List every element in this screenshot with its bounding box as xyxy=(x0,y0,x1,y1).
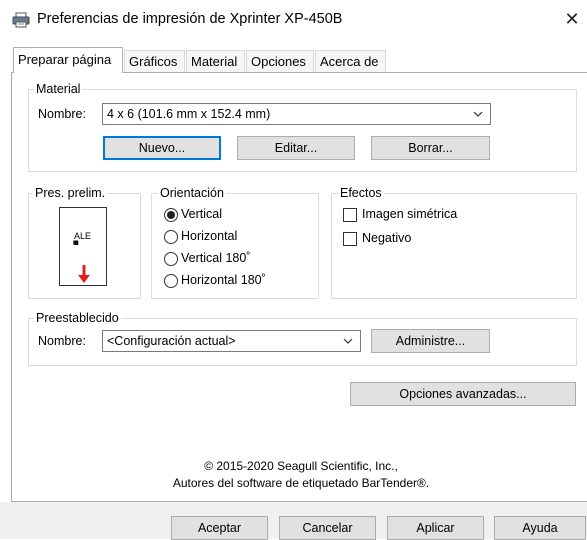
label-preview: ALE IIIIIII xyxy=(59,207,107,286)
radio-horizontal-180-label[interactable]: Horizontal 180˚ xyxy=(181,273,266,287)
checkbox-negative-label[interactable]: Negativo xyxy=(362,231,411,245)
print-preferences-dialog: { "window": { "title": "Preferencias de … xyxy=(0,0,587,540)
effects-group-label: Efectos xyxy=(338,186,384,200)
chevron-down-icon xyxy=(471,105,485,123)
preset-select[interactable]: <Configuración actual> xyxy=(102,330,361,352)
window-title: Preferencias de impresión de Xprinter XP… xyxy=(37,11,343,27)
printer-icon xyxy=(12,12,30,28)
radio-horizontal[interactable] xyxy=(164,230,178,244)
preview-barcode: IIIIIII xyxy=(73,241,79,247)
tab-material[interactable]: Material xyxy=(186,50,245,72)
checkbox-mirror-image-label[interactable]: Imagen simétrica xyxy=(362,207,457,221)
orientation-group-label: Orientación xyxy=(158,186,226,200)
checkbox-negative[interactable] xyxy=(343,232,357,246)
preset-name-label: Nombre: xyxy=(38,334,86,348)
title-bar: Preferencias de impresión de Xprinter XP… xyxy=(0,0,587,40)
arrow-down-icon xyxy=(76,264,92,284)
new-material-button[interactable]: Nuevo... xyxy=(103,136,221,160)
help-button[interactable]: Ayuda xyxy=(494,516,586,540)
radio-vertical-label[interactable]: Vertical xyxy=(181,207,222,221)
advanced-options-button[interactable]: Opciones avanzadas... xyxy=(350,382,576,406)
manage-presets-button[interactable]: Administre... xyxy=(371,329,490,353)
radio-vertical-180[interactable] xyxy=(164,252,178,266)
copyright-text: © 2015-2020 Seagull Scientific, Inc., xyxy=(204,459,398,473)
radio-horizontal-180[interactable] xyxy=(164,274,178,288)
radio-horizontal-label[interactable]: Horizontal xyxy=(181,229,237,243)
material-select-value: 4 x 6 (101.6 mm x 152.4 mm) xyxy=(107,107,271,121)
ok-button[interactable]: Aceptar xyxy=(171,516,268,540)
preview-group-label: Pres. prelim. xyxy=(33,186,108,200)
tab-opciones[interactable]: Opciones xyxy=(246,50,314,72)
tab-graficos[interactable]: Gráficos xyxy=(124,50,185,72)
delete-material-button[interactable]: Borrar... xyxy=(371,136,490,160)
preset-group-label: Preestablecido xyxy=(34,311,121,325)
apply-button[interactable]: Aplicar xyxy=(387,516,484,540)
radio-vertical-180-label[interactable]: Vertical 180˚ xyxy=(181,251,250,265)
cancel-button[interactable]: Cancelar xyxy=(279,516,376,540)
tab-preparar-pagina[interactable]: Preparar página xyxy=(13,47,123,73)
close-icon[interactable]: ✕ xyxy=(561,7,583,31)
chevron-down-icon xyxy=(341,332,355,350)
material-name-label: Nombre: xyxy=(38,107,86,121)
material-select[interactable]: 4 x 6 (101.6 mm x 152.4 mm) xyxy=(102,103,491,125)
radio-vertical[interactable] xyxy=(164,208,178,222)
tab-acerca-de[interactable]: Acerca de xyxy=(315,50,386,72)
credits-text: Autores del software de etiquetado BarTe… xyxy=(172,476,430,490)
material-group-label: Material xyxy=(34,82,83,96)
preset-select-value: <Configuración actual> xyxy=(107,334,236,348)
checkbox-mirror-image[interactable] xyxy=(343,208,357,222)
preview-sample-text: ALE xyxy=(74,231,92,241)
edit-material-button[interactable]: Editar... xyxy=(237,136,355,160)
